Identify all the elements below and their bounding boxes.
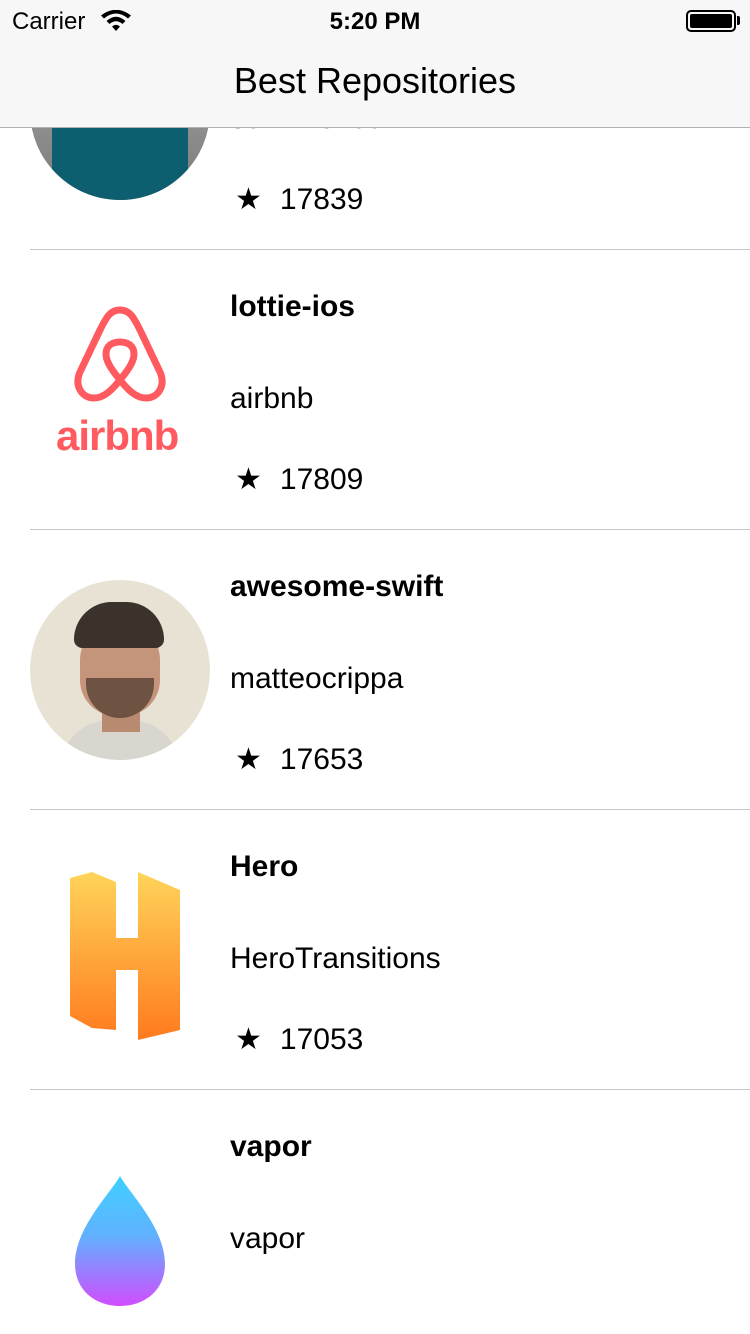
star-icon: ★ (235, 743, 262, 776)
list-item[interactable]: sernii-iondar ★ 17839 (30, 128, 750, 250)
owner-avatar (30, 128, 210, 200)
airbnb-logo-text: airbnb (56, 412, 179, 459)
star-count: ★ 17653 (235, 742, 363, 777)
repo-owner: sernii-iondar (230, 128, 395, 136)
navigation-bar: Best Repositories (0, 40, 750, 128)
airbnb-logo: airbnb (30, 300, 210, 480)
airbnb-symbol-icon (74, 306, 166, 402)
repo-name: vapor (230, 1130, 312, 1163)
list-item[interactable]: airbnb lottie-ios airbnb ★ 17809 (30, 250, 750, 530)
repo-owner: airbnb (230, 382, 314, 415)
repo-owner: HeroTransitions (230, 942, 441, 975)
star-icon: ★ (235, 1023, 262, 1056)
page-title: Best Repositories (233, 60, 517, 101)
star-count-value: 17053 (279, 1022, 364, 1056)
vapor-logo (30, 1140, 210, 1320)
battery-icon (686, 10, 736, 32)
list-item[interactable]: Hero HeroTransitions ★ 17053 (30, 810, 750, 1090)
star-icon: ★ (235, 463, 262, 496)
star-count-value: 17839 (279, 182, 364, 216)
owner-avatar (30, 580, 210, 760)
star-count-value: 17653 (279, 742, 364, 776)
repo-name: awesome-swift (230, 570, 444, 603)
star-count: ★ 17809 (235, 462, 363, 497)
list-item[interactable]: awesome-swift matteocrippa ★ 17653 (30, 530, 750, 810)
star-count-value: 17809 (279, 462, 364, 496)
status-time: 5:20 PM (329, 8, 421, 35)
battery-tip (737, 16, 740, 25)
repo-name: Hero (230, 850, 299, 883)
repository-list[interactable]: sernii-iondar ★ 17839 airbnb lottie-ios … (0, 128, 750, 1334)
repo-owner: vapor (230, 1222, 306, 1255)
star-count: ★ 17839 (235, 182, 363, 217)
star-icon: ★ (235, 183, 262, 216)
hero-logo (30, 860, 210, 1040)
repo-name: lottie-ios (230, 290, 355, 323)
hero-logo-icon (70, 872, 180, 1040)
repo-owner: matteocrippa (230, 662, 404, 695)
star-count: ★ 17053 (235, 1022, 363, 1057)
battery-level (690, 14, 732, 28)
list-item[interactable]: vapor vapor (30, 1090, 750, 1334)
status-bar: Carrier 5:20 PM (0, 0, 750, 40)
vapor-drop-icon (75, 1176, 165, 1306)
